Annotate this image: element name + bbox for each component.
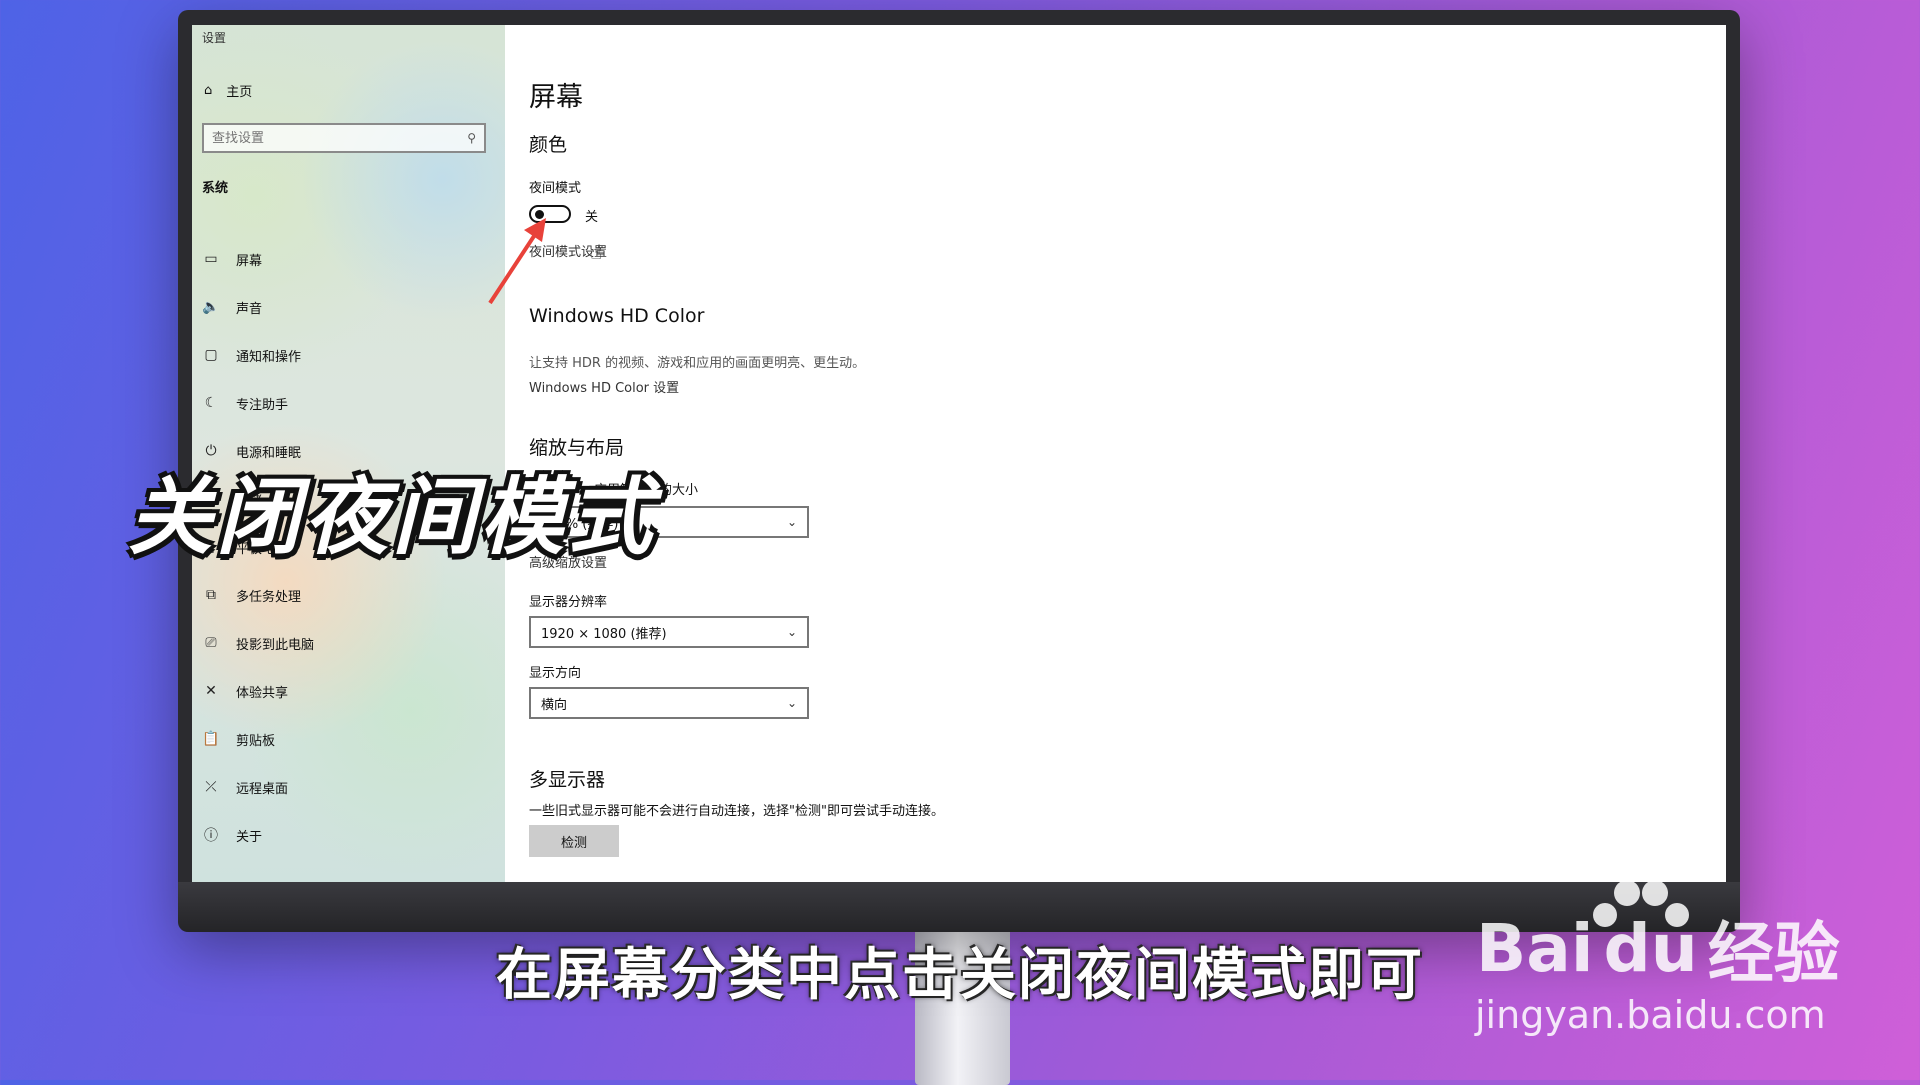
overlay-title: 关闭夜间模式 (128, 468, 657, 566)
resolution-label: 显示器分辨率 (529, 595, 608, 610)
page-title: 屏幕 (529, 82, 583, 113)
night-mode-label: 夜间模式 (529, 181, 582, 196)
project-icon: ⎚ (205, 635, 217, 651)
sidebar-item-label: 通知和操作 (236, 349, 302, 365)
chevron-down-icon: ⌄ (786, 515, 797, 529)
baidu-logo: Bai du 经验 (1476, 900, 1840, 996)
speaker-icon: 🔈 (202, 299, 220, 315)
hdr-settings-link[interactable]: Windows HD Color 设置 (529, 377, 679, 396)
mouse-cursor-icon: ☝ (590, 240, 603, 264)
chevron-down-icon: ⌄ (786, 625, 797, 639)
remote-icon: ⤫ (205, 779, 217, 795)
multitask-icon: ⧉ (206, 587, 216, 603)
monitor-icon: ▭ (204, 251, 218, 267)
orientation-label: 显示方向 (529, 666, 582, 681)
logo-text-bai: Bai (1476, 909, 1594, 987)
sidebar-item-label: 声音 (236, 301, 263, 317)
sidebar-item-label: 屏幕 (236, 253, 263, 269)
sidebar-item-about[interactable]: ⓘ 关于 (192, 811, 505, 859)
info-icon: ⓘ (204, 828, 218, 844)
sidebar-item-clipboard[interactable]: 📋 剪贴板 (192, 715, 505, 763)
sidebar-item-label: 关于 (236, 829, 263, 845)
sidebar-item-remote[interactable]: ⤫ 远程桌面 (192, 763, 505, 811)
multi-display-description: 一些旧式显示器可能不会进行自动连接，选择"检测"即可尝试手动连接。 (529, 804, 944, 819)
logo-text-jingyan: 经验 (1707, 915, 1840, 992)
search-icon: ⚲ (467, 131, 476, 145)
section-label-system: 系统 (202, 181, 229, 196)
clipboard-icon: 📋 (202, 731, 220, 747)
search-input[interactable] (212, 130, 468, 146)
sidebar-item-projecting[interactable]: ⎚ 投影到此电脑 (192, 619, 505, 667)
section-multi-display: 多显示器 (529, 769, 606, 791)
chevron-down-icon: ⌄ (786, 696, 797, 710)
red-arrow-annotation (488, 218, 546, 305)
hdr-description: 让支持 HDR 的视频、游戏和应用的画面更明亮、更生动。 (529, 356, 866, 371)
orientation-dropdown[interactable]: 横向 ⌄ (529, 687, 809, 719)
night-mode-state: 关 (585, 210, 599, 225)
section-color: 颜色 (529, 134, 568, 156)
sidebar-item-label: 剪贴板 (236, 733, 276, 749)
detect-button[interactable]: 检测 (529, 825, 619, 857)
sidebar-home[interactable]: ⌂ 主页 (204, 81, 252, 100)
window-title: 设置 (202, 31, 227, 45)
sidebar-item-multitasking[interactable]: ⧉ 多任务处理 (192, 571, 505, 619)
resolution-value: 1920 × 1080 (推荐) (541, 626, 667, 642)
sidebar-item-label: 远程桌面 (236, 781, 289, 797)
home-label: 主页 (226, 85, 253, 100)
moon-icon: ☾ (204, 395, 218, 411)
logo-text-du: du (1603, 909, 1698, 987)
search-box[interactable]: ⚲ (202, 123, 486, 153)
sidebar-item-notifications[interactable]: ▢ 通知和操作 (192, 331, 505, 379)
sidebar-item-focus[interactable]: ☾ 专注助手 (192, 379, 505, 427)
resolution-dropdown[interactable]: 1920 × 1080 (推荐) ⌄ (529, 616, 809, 648)
home-icon: ⌂ (204, 83, 213, 98)
main-content: 屏幕 颜色 夜间模式 关 夜间模式设置 Windows HD Color 让支持… (529, 25, 1709, 882)
sidebar-item-label: 体验共享 (236, 685, 289, 701)
sidebar-item-shared[interactable]: ✕ 体验共享 (192, 667, 505, 715)
sidebar-item-label: 投影到此电脑 (236, 637, 315, 653)
sidebar-item-label: 专注助手 (236, 397, 289, 413)
sidebar-item-display[interactable]: ▭ 屏幕 (192, 235, 505, 283)
watermark-url: jingyan.baidu.com (1475, 993, 1826, 1037)
share-icon: ✕ (205, 683, 217, 699)
sidebar-item-sound[interactable]: 🔈 声音 (192, 283, 505, 331)
notification-icon: ▢ (204, 347, 218, 363)
sidebar-item-label: 多任务处理 (236, 589, 302, 605)
orientation-value: 横向 (541, 697, 568, 713)
